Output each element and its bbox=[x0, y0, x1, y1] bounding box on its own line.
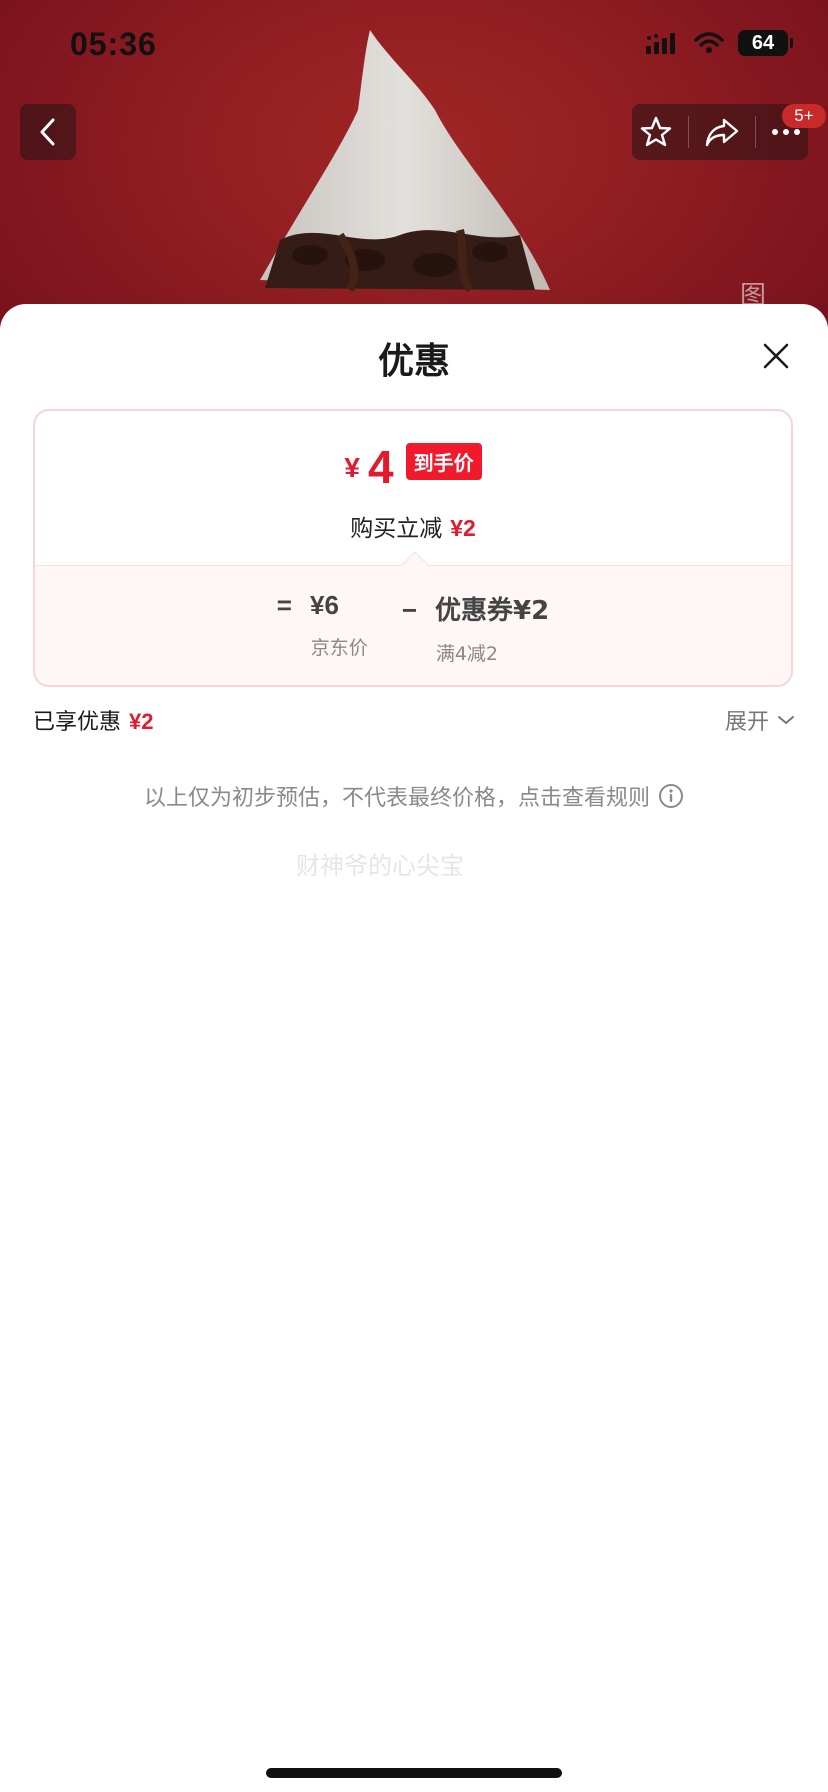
close-icon bbox=[763, 343, 789, 369]
expand-button[interactable]: 展开 bbox=[725, 704, 795, 736]
chevron-down-icon bbox=[778, 716, 794, 724]
status-time: 05:36 bbox=[70, 26, 157, 62]
home-indicator[interactable] bbox=[266, 1768, 562, 1778]
cellular-signal-icon bbox=[646, 33, 675, 54]
price-formula: = ¥6 京东价 − 优惠券¥2 满4减2 bbox=[35, 590, 791, 666]
share-icon[interactable] bbox=[704, 116, 740, 148]
formula-base: = ¥6 京东价 bbox=[277, 590, 368, 666]
price-formula-section: = ¥6 京东价 − 优惠券¥2 满4减2 bbox=[35, 552, 791, 685]
close-button[interactable] bbox=[756, 336, 796, 376]
enjoyed-label: 已享优惠 bbox=[33, 710, 122, 735]
instant-reduction: 购买立减 ¥2 bbox=[35, 509, 791, 543]
discount-sheet: 优惠 ¥ 4 到手价 购买立减 ¥2 = ¥6 京东价 − 优惠券¥2 满4减2… bbox=[0, 304, 828, 1792]
wifi-icon bbox=[694, 32, 724, 53]
back-button[interactable] bbox=[20, 104, 76, 160]
equals-sign: = bbox=[276, 590, 292, 620]
star-icon[interactable] bbox=[639, 115, 673, 149]
status-icons: 64 bbox=[646, 30, 793, 56]
battery-indicator: 64 bbox=[738, 30, 793, 56]
coupon-amount: 优惠券¥2 bbox=[435, 596, 550, 626]
status-bar: 05:36 64 bbox=[0, 0, 828, 90]
divider bbox=[754, 116, 756, 148]
enjoyed-discount: 已享优惠 ¥2 bbox=[33, 704, 154, 736]
expand-label: 展开 bbox=[724, 710, 769, 735]
final-price-row: ¥ 4 到手价 bbox=[35, 443, 791, 490]
minus-sign: − bbox=[401, 595, 417, 625]
final-price-tag: 到手价 bbox=[405, 443, 482, 480]
chevron-left-icon bbox=[40, 118, 55, 146]
formula-coupon: − 优惠券¥2 满4减2 bbox=[402, 590, 549, 666]
disclaimer-text: 以上仅为初步预估，不代表最终价格，点击查看规则 bbox=[143, 786, 650, 811]
more-dots-icon[interactable] bbox=[771, 127, 801, 137]
reduce-label: 购买立减 bbox=[350, 516, 443, 542]
pointer-arrow bbox=[401, 552, 429, 566]
message-badge: 5+ bbox=[782, 104, 826, 128]
enjoyed-amount: ¥2 bbox=[129, 709, 154, 734]
base-price: ¥6 bbox=[309, 590, 339, 620]
currency-symbol: ¥ bbox=[344, 452, 360, 483]
reduce-amount: ¥2 bbox=[450, 515, 476, 541]
price-breakdown-card: ¥ 4 到手价 购买立减 ¥2 = ¥6 京东价 − 优惠券¥2 满4减2 bbox=[33, 409, 793, 687]
final-price: 4 bbox=[367, 441, 394, 493]
base-price-label: 京东价 bbox=[310, 637, 368, 659]
price-disclaimer-link[interactable]: 以上仅为初步预估，不代表最终价格，点击查看规则 bbox=[0, 780, 828, 812]
coupon-rule: 满4减2 bbox=[435, 643, 498, 665]
divider bbox=[688, 116, 690, 148]
info-icon bbox=[659, 784, 683, 808]
watermark-text: 财神爷的心尖宝 bbox=[296, 852, 464, 880]
sheet-title: 优惠 bbox=[377, 341, 450, 382]
